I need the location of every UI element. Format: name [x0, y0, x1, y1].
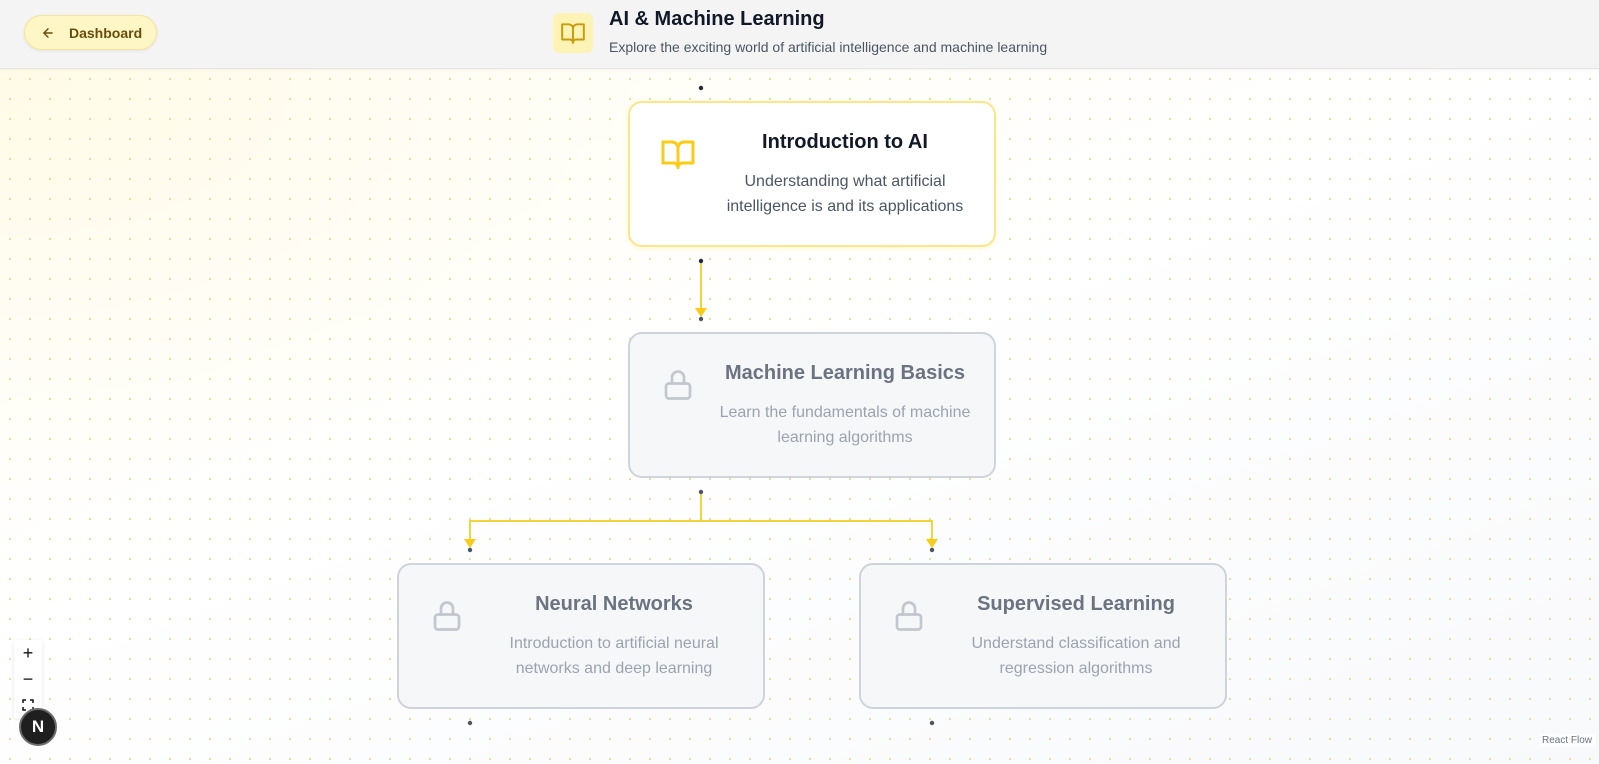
lock-icon [429, 598, 465, 634]
node-description: Introduction to artificial neural networ… [509, 635, 719, 677]
page-subtitle: Explore the exciting world of artificial… [609, 39, 1048, 55]
lock-icon [660, 367, 696, 403]
back-button-label: Dashboard [69, 24, 143, 41]
zoom-controls: + − [14, 640, 42, 718]
node-supervised-learning[interactable]: Supervised Learning Understand classific… [859, 563, 1227, 709]
arrow-left-icon [41, 26, 55, 40]
node-description: Understand classification and regression… [971, 635, 1181, 677]
node-title: Introduction to AI [762, 131, 928, 153]
zoom-out-button[interactable]: − [14, 666, 42, 692]
node-description: Learn the fundamentals of machine learni… [719, 404, 971, 446]
book-open-icon [553, 13, 593, 53]
node-introduction-to-ai[interactable]: Introduction to AI Understanding what ar… [628, 101, 996, 247]
node-machine-learning-basics[interactable]: Machine Learning Basics Learn the fundam… [628, 332, 996, 478]
top-header: Dashboard AI & Machine Learning Explore … [0, 0, 1599, 69]
back-to-dashboard-button[interactable]: Dashboard [24, 15, 157, 50]
lock-icon [891, 598, 927, 634]
next-logo-badge[interactable]: N [19, 708, 57, 746]
zoom-in-button[interactable]: + [14, 640, 42, 666]
node-description: Understanding what artificial intelligen… [726, 173, 964, 215]
node-neural-networks[interactable]: Neural Networks Introduction to artifici… [397, 563, 765, 709]
page-title: AI & Machine Learning [609, 8, 825, 30]
node-title: Neural Networks [535, 593, 693, 615]
react-flow-attribution[interactable]: React Flow [1538, 734, 1595, 747]
node-title: Supervised Learning [977, 593, 1175, 615]
node-title: Machine Learning Basics [724, 362, 966, 384]
book-open-icon [660, 136, 696, 172]
